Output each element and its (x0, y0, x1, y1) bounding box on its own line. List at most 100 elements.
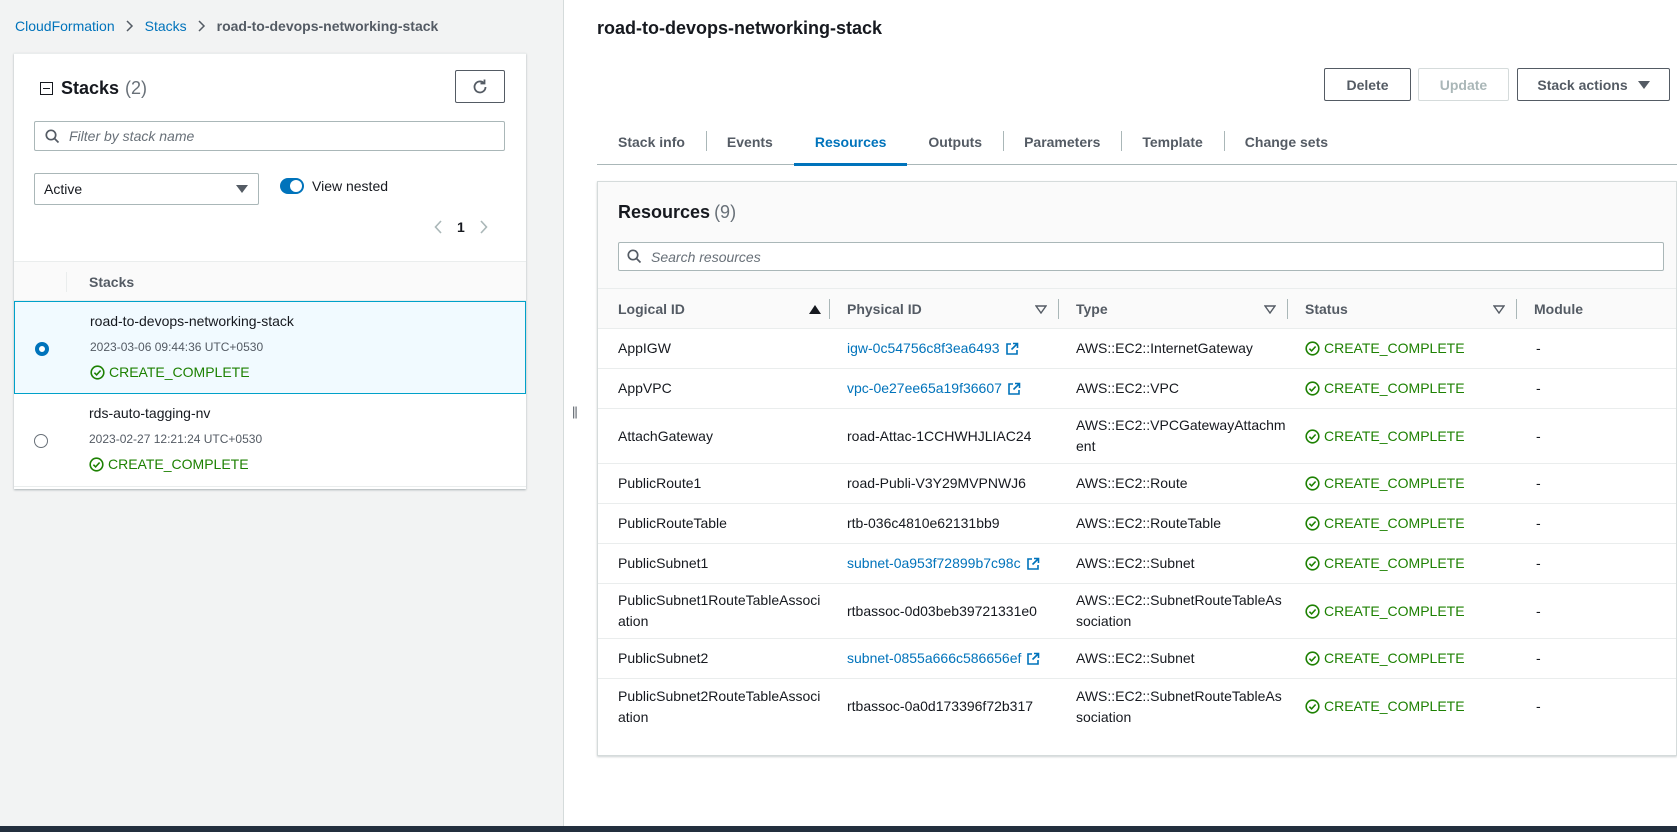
resource-module: - (1536, 698, 1541, 714)
column-header-status[interactable]: Status (1305, 289, 1348, 329)
column-header-type[interactable]: Type (1076, 289, 1108, 329)
physical-id-text[interactable]: subnet-0a953f72899b7c98c (847, 553, 1021, 574)
external-link-icon[interactable] (1026, 557, 1040, 571)
physical-id-text[interactable]: subnet-0855a666c586656ef (847, 648, 1021, 669)
physical-id-text: rtbassoc-0a0d173396f72b317 (847, 698, 1034, 714)
filter-placeholder: Filter by stack name (69, 128, 195, 144)
breadcrumb-current: road-to-devops-networking-stack (216, 18, 439, 34)
stacks-table-header: Stacks (14, 261, 526, 301)
stacks-list-card: Stacks (2) Filter by stack name Active V… (14, 53, 526, 489)
search-resources-input[interactable]: Search resources (618, 242, 1664, 271)
stack-status-select[interactable]: Active (34, 173, 259, 205)
external-link-icon[interactable] (1005, 342, 1019, 356)
column-header-logical-id[interactable]: Logical ID (618, 289, 685, 329)
stack-radio-button[interactable] (34, 434, 48, 448)
stack-actions-button[interactable]: Stack actions (1517, 68, 1670, 101)
resource-status: CREATE_COMPLETE (1305, 544, 1505, 583)
refresh-button[interactable] (455, 70, 505, 103)
resource-module: - (1536, 555, 1541, 571)
resource-status-text: CREATE_COMPLETE (1324, 650, 1465, 666)
previous-page-icon[interactable] (434, 220, 443, 234)
column-header-label: Module (1534, 301, 1583, 317)
physical-id-text: rtb-036c4810e62131bb9 (847, 515, 1000, 531)
breadcrumb: CloudFormation Stacks road-to-devops-net… (15, 18, 438, 34)
page-number[interactable]: 1 (457, 219, 465, 235)
success-check-icon (1305, 556, 1320, 571)
stack-created-date: 2023-02-27 12:21:24 UTC+0530 (89, 432, 263, 446)
resource-status: CREATE_COMPLETE (1305, 409, 1505, 463)
stack-name[interactable]: road-to-devops-networking-stack (90, 313, 294, 329)
toggle-switch[interactable] (280, 178, 304, 194)
tab-events[interactable]: Events (705, 118, 794, 165)
resources-title: Resources (9) (618, 202, 736, 223)
resource-status-text: CREATE_COMPLETE (1324, 340, 1465, 356)
logical-id: PublicSubnet2RouteTableAssoci ation (618, 687, 821, 725)
logical-id: PublicSubnet2 (618, 650, 709, 666)
tab-change-sets[interactable]: Change sets (1223, 118, 1349, 165)
resource-status: CREATE_COMPLETE (1305, 504, 1505, 543)
breadcrumb-cloudformation-link[interactable]: CloudFormation (15, 18, 115, 34)
sort-icon[interactable] (1493, 289, 1505, 329)
resource-row: PublicRoute1 road-Publi-V3Y29MVPNWJ6 AWS::… (598, 464, 1676, 504)
physical-id-text[interactable]: vpc-0e27ee65a19f36607 (847, 378, 1002, 399)
stacks-heading[interactable]: Stacks (2) (40, 78, 147, 99)
collapse-icon[interactable] (40, 82, 53, 95)
resource-row: PublicSubnet2 subnet-0855a666c586656ef AWS… (598, 639, 1676, 679)
tab-outputs[interactable]: Outputs (907, 118, 1003, 165)
filter-stacks-input[interactable]: Filter by stack name (34, 121, 505, 151)
logical-id: PublicSubnet1 (618, 555, 709, 571)
resource-status: CREATE_COMPLETE (1305, 369, 1505, 408)
tab-parameters[interactable]: Parameters (1003, 118, 1121, 165)
tab-resources[interactable]: Resources (793, 118, 908, 166)
physical-id[interactable]: subnet-0a953f72899b7c98c (847, 544, 1057, 583)
resources-header: Resources (9) Search resources (598, 182, 1676, 289)
resource-status: CREATE_COMPLETE (1305, 329, 1505, 368)
status-select-value: Active (44, 181, 83, 197)
next-page-icon[interactable] (479, 220, 488, 234)
resource-module: - (1536, 427, 1541, 444)
physical-id: rtbassoc-0d03beb39721331e0 (847, 584, 1057, 638)
column-header-module[interactable]: Module (1534, 289, 1583, 329)
resource-status: CREATE_COMPLETE (1305, 639, 1505, 678)
sort-ascending-icon[interactable] (809, 289, 821, 329)
logical-id: AttachGateway (618, 427, 713, 444)
success-check-icon (1305, 516, 1320, 531)
stack-radio-button[interactable] (35, 342, 49, 356)
chevron-right-icon (126, 20, 134, 32)
panel-resize-handle[interactable]: || (572, 404, 578, 419)
physical-id-text[interactable]: igw-0c54756c8f3ea6493 (847, 338, 1000, 359)
resource-type: AWS::EC2::SubnetRouteTableAs sociation (1076, 687, 1282, 725)
tab-template[interactable]: Template (1121, 118, 1223, 165)
sort-icon[interactable] (1035, 289, 1047, 329)
sort-icon[interactable] (1264, 289, 1276, 329)
tab-stack-info[interactable]: Stack info (597, 118, 706, 165)
delete-button[interactable]: Delete (1324, 68, 1411, 101)
physical-id-text: rtbassoc-0d03beb39721331e0 (847, 602, 1037, 619)
stack-row[interactable]: rds-auto-tagging-nv 2023-02-27 12:21:24 U… (14, 394, 526, 487)
physical-id[interactable]: subnet-0855a666c586656ef (847, 639, 1057, 678)
breadcrumb-stacks-link[interactable]: Stacks (145, 18, 187, 34)
logical-id: PublicRoute1 (618, 475, 702, 491)
logical-id: PublicSubnet1RouteTableAssoci ation (618, 592, 821, 629)
success-check-icon (1305, 341, 1320, 356)
physical-id[interactable]: igw-0c54756c8f3ea6493 (847, 329, 1057, 368)
external-link-icon[interactable] (1007, 382, 1021, 396)
search-resources-placeholder: Search resources (651, 248, 761, 265)
resource-status-text: CREATE_COMPLETE (1324, 380, 1465, 396)
resource-module: - (1536, 475, 1541, 491)
search-icon (45, 128, 60, 143)
physical-id: road-Attac-1CCHWHJLIAC24 (847, 409, 1057, 463)
external-link-icon[interactable] (1026, 652, 1040, 666)
resource-status: CREATE_COMPLETE (1305, 584, 1505, 638)
resource-type: AWS::EC2::SubnetRouteTableAs sociation (1076, 592, 1282, 629)
column-header-physical-id[interactable]: Physical ID (847, 289, 922, 329)
resource-type: AWS::EC2::InternetGateway (1076, 340, 1253, 356)
view-nested-toggle[interactable]: View nested (280, 178, 388, 194)
physical-id-text: road-Attac-1CCHWHJLIAC24 (847, 427, 1032, 444)
stack-detail-tabs: Stack info Events Resources Outputs Paramete… (597, 118, 1677, 166)
stack-row[interactable]: road-to-devops-networking-stack 2023-03-0… (14, 301, 526, 394)
stack-name[interactable]: rds-auto-tagging-nv (89, 405, 210, 421)
physical-id[interactable]: vpc-0e27ee65a19f36607 (847, 369, 1057, 408)
bottom-bar (0, 826, 1677, 832)
resource-row: AttachGateway road-Attac-1CCHWHJLIAC24 AWS… (598, 409, 1676, 464)
